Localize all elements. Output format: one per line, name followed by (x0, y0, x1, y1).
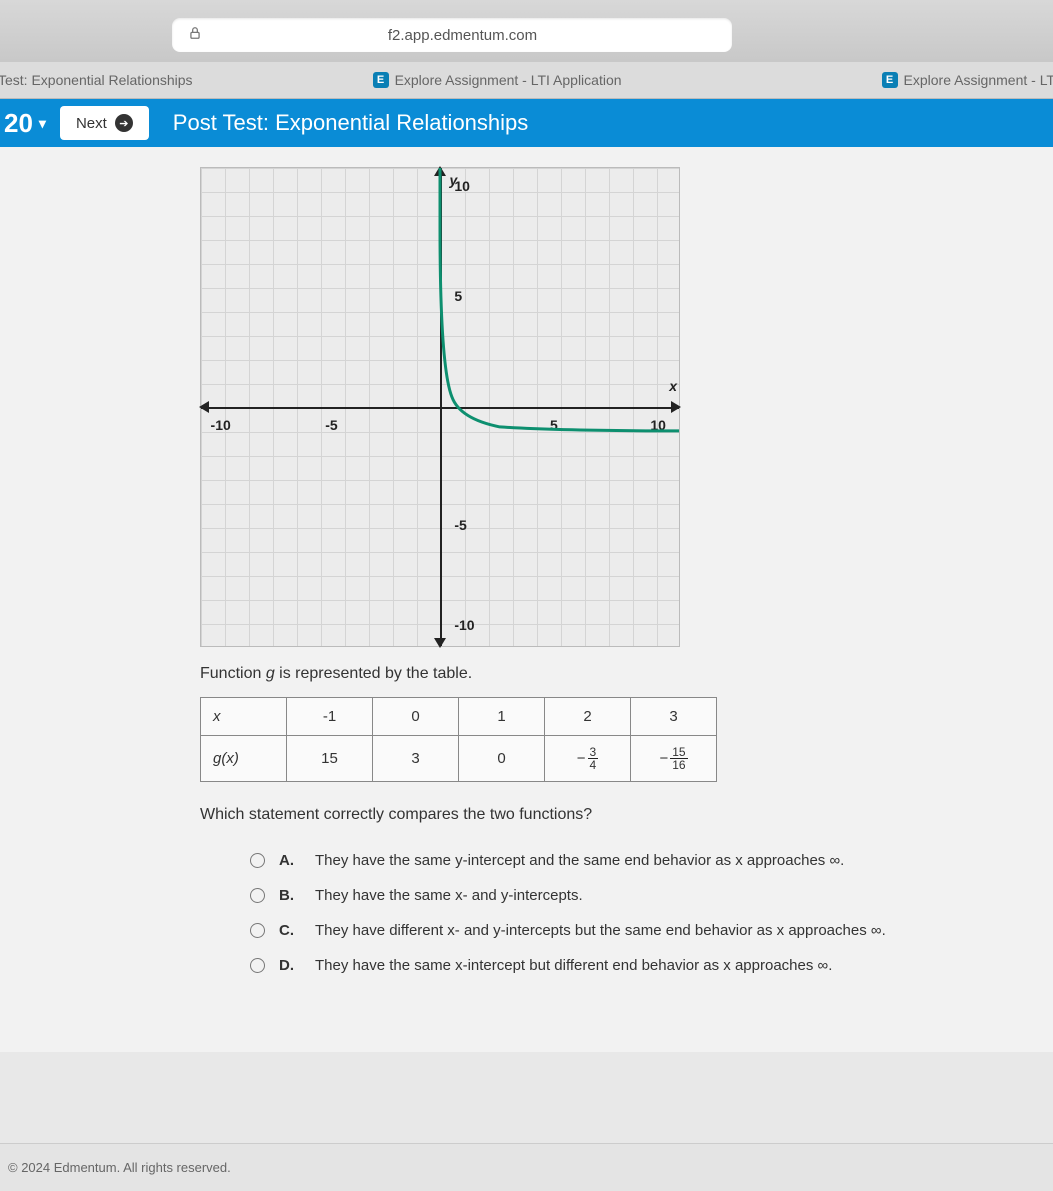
lock-icon (188, 26, 202, 44)
row-header-x: x (213, 708, 221, 725)
cell: 3 (631, 698, 717, 736)
choice-c[interactable]: C. They have different x- and y-intercep… (250, 922, 1053, 939)
cell: 0 (373, 698, 459, 736)
browser-chrome: f2.app.edmentum.com (0, 0, 1053, 62)
radio-icon[interactable] (250, 853, 265, 868)
lesson-header-bar: 20 ▾ Next ➔ Post Test: Exponential Relat… (0, 99, 1053, 147)
tab-right[interactable]: E Explore Assignment - LT (882, 72, 1053, 88)
graph: y x 10 5 -5 -10 -10 -5 5 10 (200, 167, 680, 647)
function-curve (201, 168, 679, 646)
next-button[interactable]: Next ➔ (60, 106, 149, 140)
radio-icon[interactable] (250, 888, 265, 903)
choice-text: They have the same y-intercept and the s… (315, 852, 844, 869)
tab-badge-icon: E (882, 72, 898, 88)
arrow-right-icon: ➔ (115, 114, 133, 132)
cell: 3 (373, 736, 459, 782)
cell: -1 (287, 698, 373, 736)
cell: 2 (545, 698, 631, 736)
cell: −1516 (631, 736, 717, 782)
choice-text: They have the same x-intercept but diffe… (315, 957, 832, 974)
url-text: f2.app.edmentum.com (210, 27, 716, 44)
tab-badge-icon: E (373, 72, 389, 88)
radio-icon[interactable] (250, 923, 265, 938)
question-number-dropdown[interactable]: 20 ▾ (0, 108, 60, 139)
question-content: y x 10 5 -5 -10 -10 -5 5 10 Function g i… (0, 147, 1053, 1052)
page-title: Post Test: Exponential Relationships (173, 110, 528, 136)
table-caption: Function g is represented by the table. (200, 665, 1053, 683)
chevron-down-icon: ▾ (39, 115, 46, 132)
url-bar[interactable]: f2.app.edmentum.com (172, 18, 732, 52)
answer-choices: A. They have the same y-intercept and th… (200, 852, 1053, 974)
radio-icon[interactable] (250, 958, 265, 973)
row-header-gx: g(x) (213, 750, 239, 767)
function-table: x -1 0 1 2 3 g(x) 15 3 0 −34 −1516 (200, 697, 717, 782)
cell: 0 (459, 736, 545, 782)
choice-d[interactable]: D. They have the same x-intercept but di… (250, 957, 1053, 974)
table-row: x -1 0 1 2 3 (201, 698, 717, 736)
browser-tabs: Test: Exponential Relationships E Explor… (0, 62, 1053, 99)
cell: −34 (545, 736, 631, 782)
footer-copyright: © 2024 Edmentum. All rights reserved. (0, 1143, 1053, 1191)
tab-center[interactable]: E Explore Assignment - LTI Application (373, 72, 622, 88)
cell: 15 (287, 736, 373, 782)
choice-a[interactable]: A. They have the same y-intercept and th… (250, 852, 1053, 869)
cell: 1 (459, 698, 545, 736)
choice-text: They have the same x- and y-intercepts. (315, 887, 583, 904)
question-text: Which statement correctly compares the t… (200, 806, 1053, 824)
table-row: g(x) 15 3 0 −34 −1516 (201, 736, 717, 782)
choice-b[interactable]: B. They have the same x- and y-intercept… (250, 887, 1053, 904)
choice-text: They have different x- and y-intercepts … (315, 922, 886, 939)
tab-left[interactable]: Test: Exponential Relationships (0, 72, 193, 88)
